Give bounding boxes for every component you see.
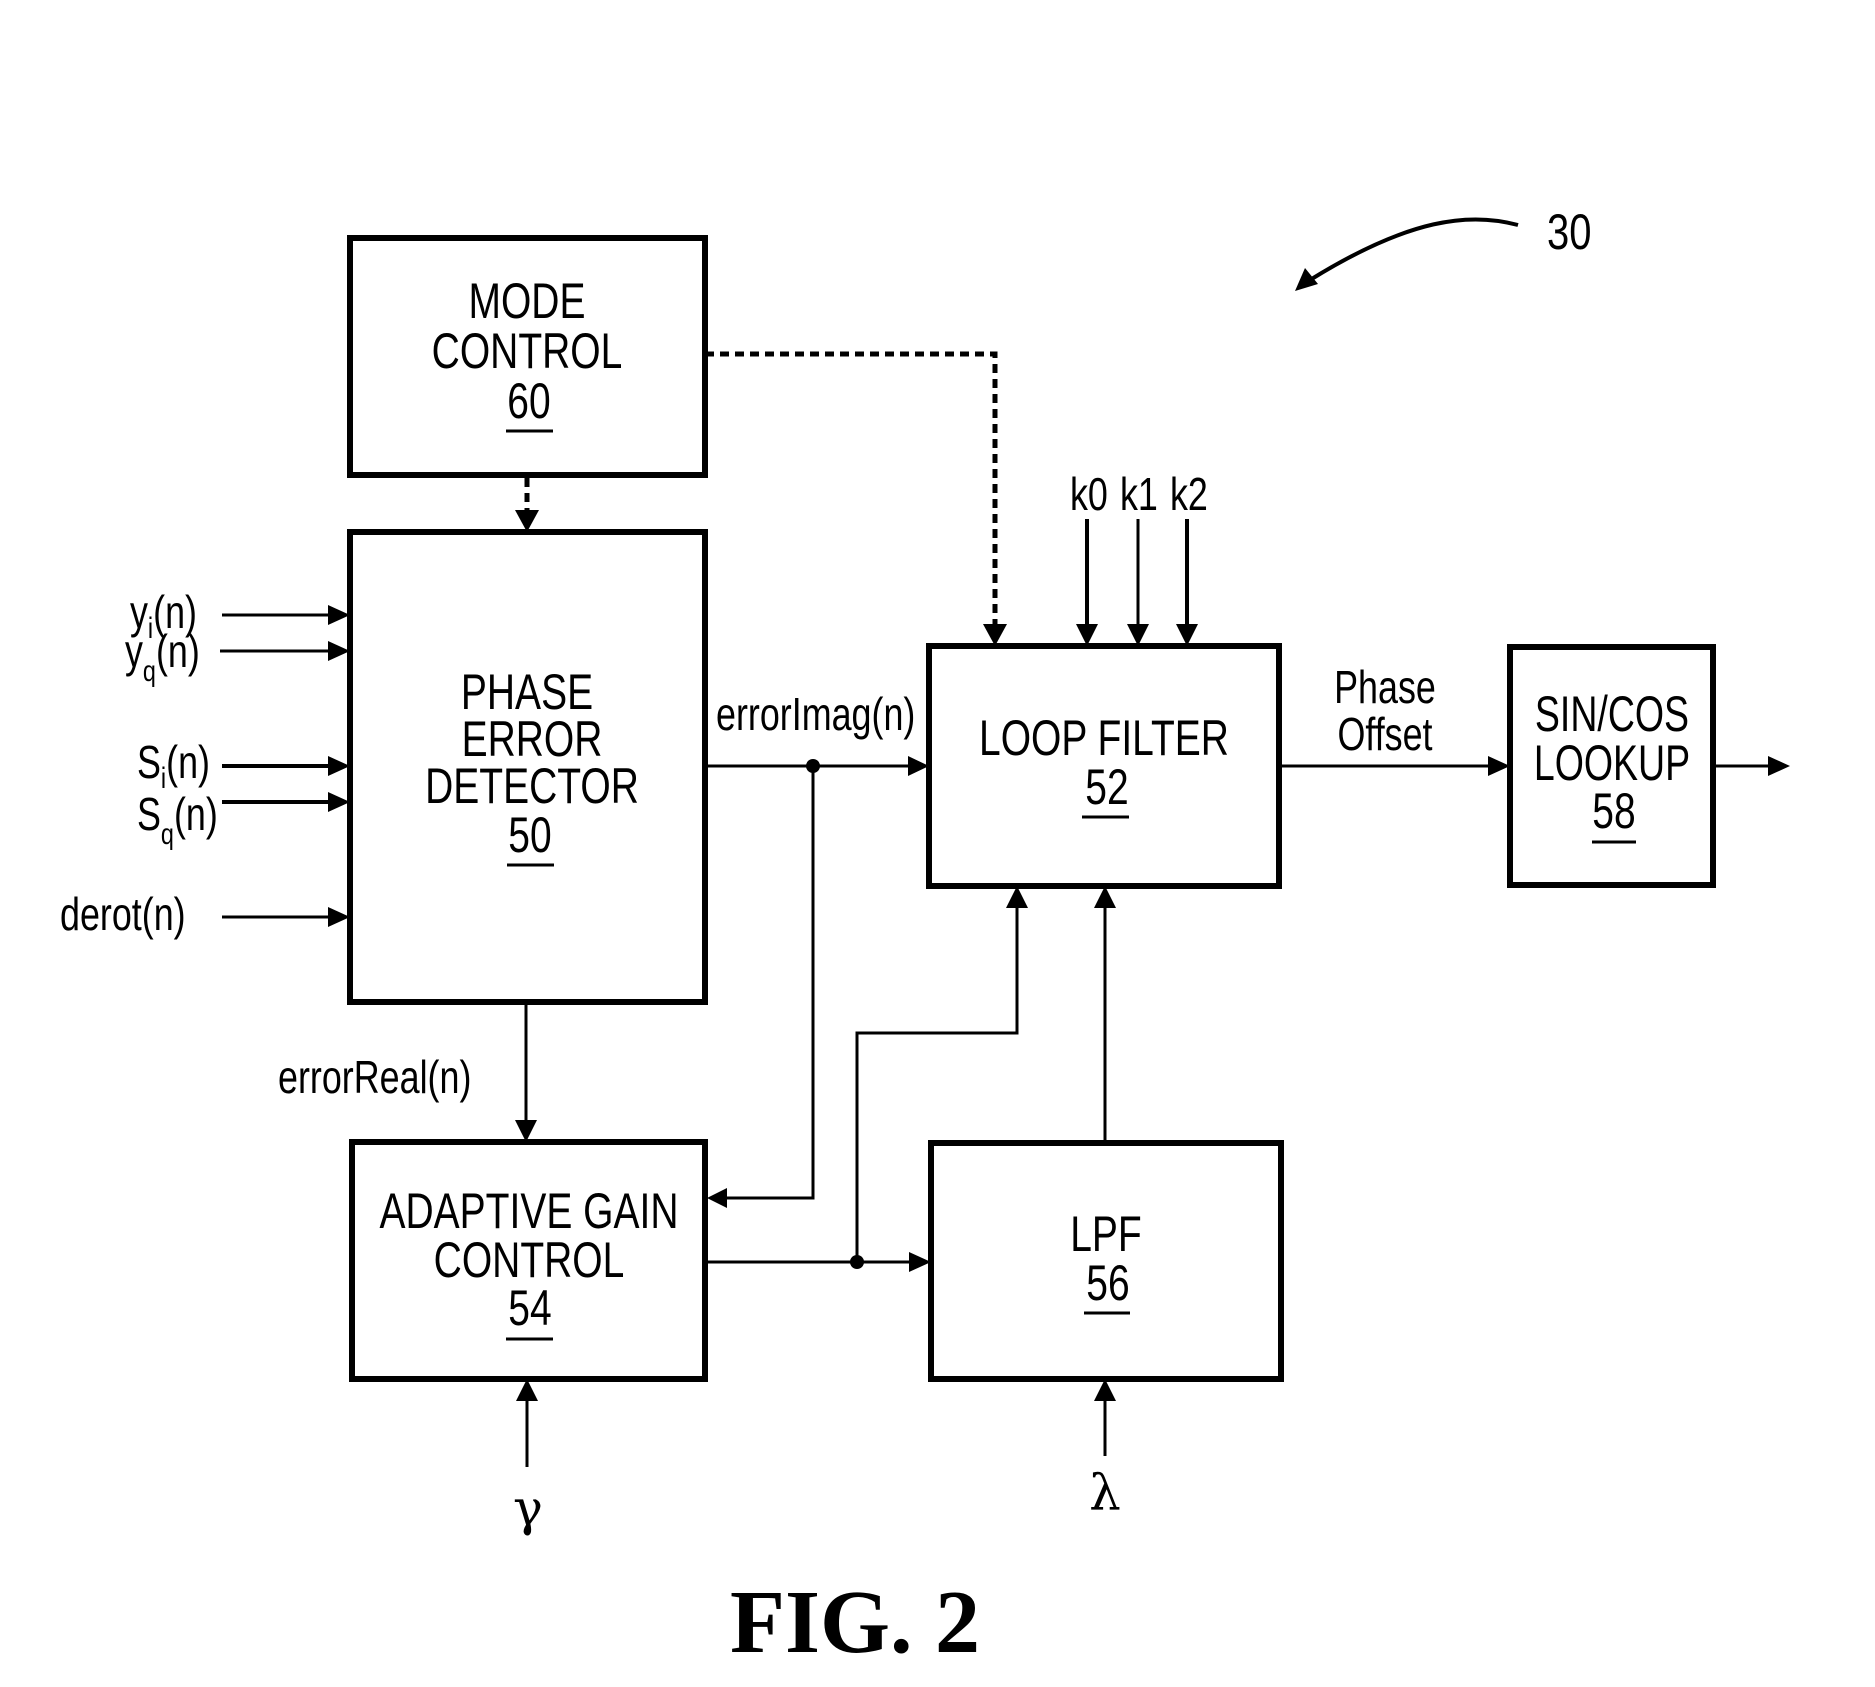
output-arrowhead-icon (1768, 756, 1790, 776)
arrowhead-icon (1076, 624, 1098, 646)
arrowhead-icon (328, 907, 350, 927)
input-si: Si(n) (137, 737, 350, 795)
arrowhead-icon (328, 605, 350, 625)
input-label-derot: derot(n) (60, 889, 186, 940)
block-number: 60 (507, 372, 550, 429)
coefficient-label-k1: k1 (1120, 469, 1158, 520)
block-number: 58 (1592, 782, 1635, 839)
input-derot: derot(n) (60, 889, 350, 940)
input-sq: Sq(n) (137, 789, 350, 851)
arrowhead-icon (1127, 624, 1149, 646)
arrowhead-icon (515, 1120, 537, 1142)
coefficient-label-k0: k0 (1070, 469, 1108, 520)
block-number: 50 (508, 806, 551, 863)
arrowhead-icon (707, 1188, 727, 1208)
block-number: 56 (1086, 1254, 1129, 1311)
arrowhead-icon (1488, 756, 1510, 776)
arrowhead-icon (1094, 886, 1116, 908)
arrowhead-icon (328, 641, 350, 661)
block-loop-filter[interactable]: LOOP FILTER 52 (926, 643, 1282, 889)
block-label-line: CONTROL (432, 322, 623, 379)
signal-label-phase-offset: Phase (1334, 662, 1436, 713)
input-label-sq: Sq(n) (137, 789, 218, 851)
block-number: 52 (1085, 758, 1128, 815)
signal-label-error-imag: errorImag(n) (716, 689, 915, 740)
block-mode-control[interactable]: MODE CONTROL 60 (347, 235, 708, 478)
block-label-line: SIN/COS (1535, 687, 1689, 742)
block-lpf[interactable]: LPF 56 (928, 1140, 1284, 1382)
arrowhead-icon (983, 624, 1007, 646)
arrowhead-icon (328, 792, 350, 812)
dashed-control-to-loop-filter (705, 351, 998, 626)
block-number: 54 (508, 1279, 551, 1336)
figure-caption: FIG. 2 (730, 1573, 980, 1672)
arrowhead-icon (328, 756, 350, 776)
wire-error-imag-to-agc (725, 766, 815, 1200)
arrowhead-icon (909, 1252, 931, 1272)
arrowhead-icon (515, 510, 539, 532)
input-label-yq: yq(n) (125, 626, 200, 688)
arrowhead-icon (516, 1379, 538, 1401)
parameter-label-gamma: γ (513, 1479, 543, 1537)
reference-numeral-leader: 30 (1295, 204, 1591, 291)
reference-numeral: 30 (1547, 204, 1591, 260)
input-label-si: Si(n) (137, 737, 210, 795)
coefficient-label-k2: k2 (1170, 469, 1208, 520)
signal-label-error-real: errorReal(n) (278, 1052, 471, 1103)
arrowhead-icon (1006, 886, 1028, 908)
block-phase-error-detector[interactable]: PHASE ERROR DETECTOR 50 (347, 529, 708, 1005)
parameter-label-lambda: λ (1089, 1464, 1121, 1522)
arrowhead-icon (1176, 624, 1198, 646)
signal-label-phase-offset: Offset (1337, 709, 1433, 760)
arrowhead-icon (908, 756, 929, 776)
block-adaptive-gain-control[interactable]: ADAPTIVE GAIN CONTROL 54 (349, 1139, 708, 1382)
leader-curve (1308, 217, 1519, 282)
block-sin-cos-lookup[interactable]: SIN/COS LOOKUP 58 (1507, 644, 1716, 888)
block-label-line: MODE (469, 272, 586, 329)
input-yq: yq(n) (125, 626, 350, 688)
block-diagram: 30 MODE CONTROL 60 PHASE ERROR DETECTOR … (60, 204, 1790, 1672)
arrowhead-icon (1094, 1379, 1116, 1401)
